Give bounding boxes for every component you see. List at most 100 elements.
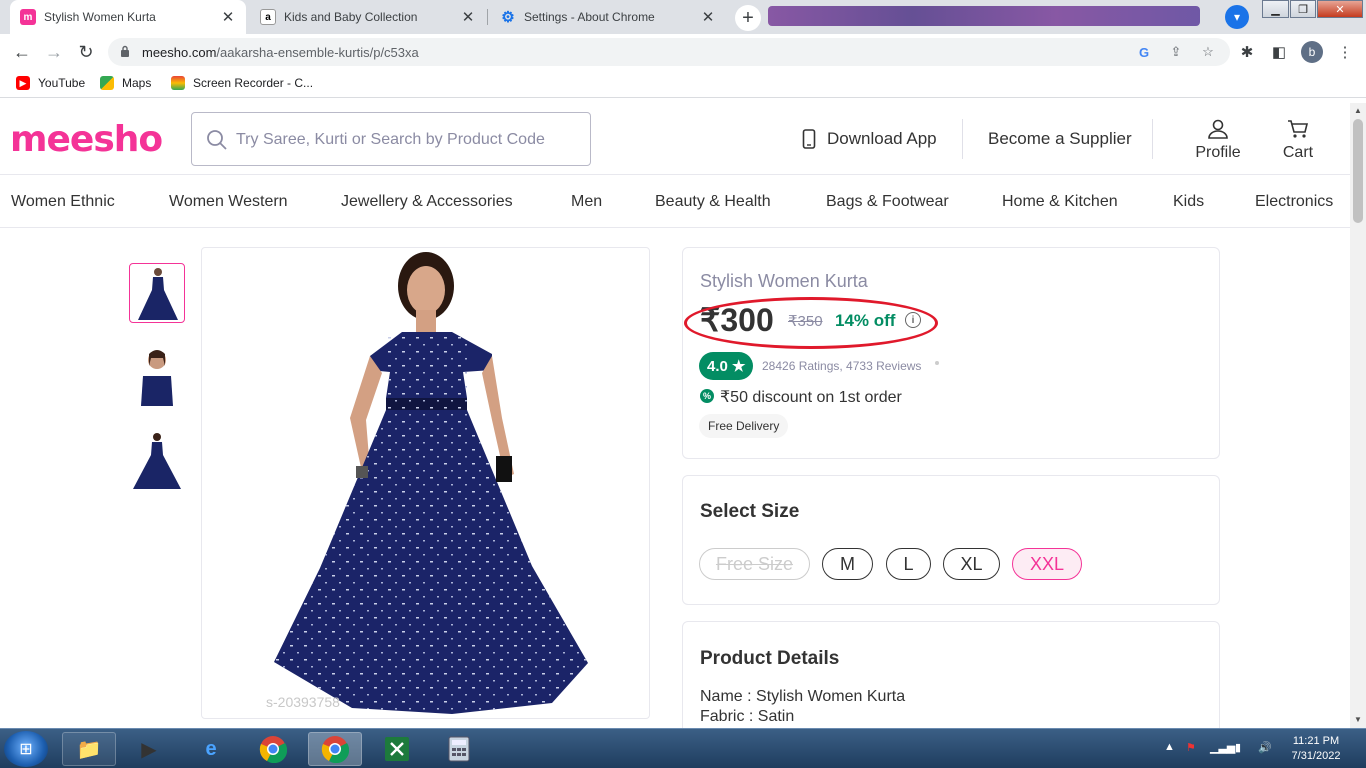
menu-kebab-icon[interactable]: ⋮ bbox=[1336, 43, 1354, 61]
new-tab-button[interactable]: + bbox=[735, 5, 761, 31]
category-home-kitchen[interactable]: Home & Kitchen bbox=[1002, 193, 1118, 211]
detail-fabric: Fabric : Satin bbox=[700, 708, 795, 725]
excel-logo-icon bbox=[385, 737, 409, 761]
profile-label: Profile bbox=[1195, 144, 1241, 161]
calculator-logo-icon bbox=[448, 736, 470, 762]
action-center-flag-icon[interactable]: ⚑ bbox=[1186, 741, 1196, 754]
excel-icon[interactable] bbox=[370, 732, 424, 766]
close-icon[interactable]: ✕ bbox=[460, 8, 476, 26]
profile-avatar[interactable]: b bbox=[1301, 41, 1323, 63]
tab-title: Kids and Baby Collection bbox=[284, 10, 418, 24]
maximize-button[interactable]: ❐ bbox=[1290, 0, 1316, 18]
chrome-profile-window-icon[interactable] bbox=[308, 732, 362, 766]
windows-taskbar: ⊞ 📁 ▶ e ▲ ⚑ ▁▃▅ ▮ 🔊 11:21 PM 7/31/2022 bbox=[0, 728, 1366, 768]
become-supplier-link[interactable]: Become a Supplier bbox=[988, 129, 1132, 149]
category-jewellery-accessories[interactable]: Jewellery & Accessories bbox=[341, 193, 513, 211]
bookmark-maps[interactable]: Maps bbox=[100, 76, 151, 90]
scrollbar-thumb[interactable] bbox=[1353, 119, 1363, 223]
tab-kids-and-baby[interactable]: a Kids and Baby Collection ✕ bbox=[250, 0, 486, 34]
discount-badge-icon: % bbox=[700, 389, 714, 403]
profile-icon bbox=[1208, 119, 1228, 139]
close-icon[interactable]: ✕ bbox=[220, 8, 236, 26]
main-product-image[interactable]: s-20393758 bbox=[201, 247, 650, 719]
media-player-icon[interactable]: ▶ bbox=[122, 732, 176, 766]
select-size-title: Select Size bbox=[700, 501, 800, 522]
clock-date: 7/31/2022 bbox=[1291, 750, 1341, 762]
power-icon[interactable]: ▮ bbox=[1235, 741, 1241, 754]
search-icon bbox=[207, 130, 227, 150]
youtube-icon: ▶ bbox=[16, 76, 30, 90]
bookmark-screen-recorder[interactable]: Screen Recorder - C... bbox=[171, 76, 313, 90]
detail-name: Name : Stylish Women Kurta bbox=[700, 688, 906, 705]
bookmark-youtube[interactable]: ▶ YouTube bbox=[16, 76, 85, 90]
start-button[interactable]: ⊞ bbox=[4, 731, 48, 767]
back-button[interactable]: ← bbox=[10, 40, 34, 64]
product-details-card: Product Details Name : Stylish Women Kur… bbox=[682, 621, 1220, 728]
internet-explorer-icon[interactable]: e bbox=[184, 732, 238, 766]
bookmarks-bar: ▶ YouTube Maps Screen Recorder - C... bbox=[0, 70, 1366, 98]
category-men[interactable]: Men bbox=[571, 193, 602, 211]
site-header: meesho Try Saree, Kurti or Search by Pro… bbox=[0, 103, 1350, 175]
meesho-logo[interactable]: meesho bbox=[10, 119, 163, 160]
download-app-link[interactable]: Download App bbox=[802, 129, 937, 149]
close-icon[interactable]: ✕ bbox=[700, 8, 716, 26]
tab-search-button[interactable]: ▾ bbox=[1225, 5, 1249, 29]
chrome-logo-icon bbox=[321, 736, 349, 763]
side-panel-icon[interactable]: ◧ bbox=[1270, 43, 1288, 61]
product-thumbnail[interactable] bbox=[129, 263, 185, 323]
share-icon[interactable]: ⇪ bbox=[1168, 44, 1184, 60]
network-signal-icon[interactable]: ▁▃▅ bbox=[1210, 741, 1235, 754]
bookmark-star-icon[interactable]: ☆ bbox=[1200, 44, 1216, 60]
category-bags-footwear[interactable]: Bags & Footwear bbox=[826, 193, 949, 211]
product-thumbnail[interactable] bbox=[129, 429, 185, 489]
minimize-button[interactable]: ▁ bbox=[1262, 0, 1289, 18]
cart-button[interactable]: Cart bbox=[1274, 119, 1322, 162]
calculator-icon[interactable] bbox=[432, 732, 486, 766]
tab-divider bbox=[487, 9, 488, 25]
search-input[interactable]: Try Saree, Kurti or Search by Product Co… bbox=[191, 112, 591, 166]
become-supplier-label: Become a Supplier bbox=[988, 129, 1132, 148]
screen-recorder-icon bbox=[171, 76, 185, 90]
category-electronics[interactable]: Electronics bbox=[1255, 193, 1333, 211]
category-women-ethnic[interactable]: Women Ethnic bbox=[11, 193, 115, 211]
size-free-size: Free Size bbox=[699, 548, 810, 580]
show-hidden-icons-icon[interactable]: ▲ bbox=[1164, 741, 1175, 753]
extensions-puzzle-icon[interactable]: ✱ bbox=[1238, 43, 1256, 61]
tab-settings-about-chrome[interactable]: ⚙ Settings - About Chrome ✕ bbox=[490, 0, 726, 34]
google-icon[interactable]: G bbox=[1136, 44, 1152, 60]
price-highlight-annotation bbox=[684, 297, 938, 349]
address-bar[interactable]: meesho.com/aakarsha-ensemble-kurtis/p/c5… bbox=[108, 38, 1230, 66]
size-m[interactable]: M bbox=[822, 548, 873, 580]
file-explorer-icon[interactable]: 📁 bbox=[62, 732, 116, 766]
forward-button[interactable]: → bbox=[42, 40, 66, 64]
page-scrollbar[interactable]: ▲ ▼ bbox=[1350, 103, 1366, 728]
size-xxl[interactable]: XXL bbox=[1012, 548, 1082, 580]
amazon-favicon-icon: a bbox=[260, 9, 276, 25]
volume-icon[interactable]: 🔊 bbox=[1258, 741, 1272, 754]
product-thumbnail[interactable] bbox=[129, 346, 185, 406]
size-l[interactable]: L bbox=[886, 548, 931, 580]
chrome-icon[interactable] bbox=[246, 732, 300, 766]
dress-back-thumbnail-image bbox=[133, 433, 181, 489]
profile-button[interactable]: Profile bbox=[1190, 119, 1246, 162]
category-women-western[interactable]: Women Western bbox=[169, 193, 288, 211]
tab-stylish-women-kurta[interactable]: m Stylish Women Kurta ✕ bbox=[10, 0, 246, 34]
category-kids[interactable]: Kids bbox=[1173, 193, 1204, 211]
dress-closeup-thumbnail-image bbox=[141, 350, 173, 406]
blurred-region bbox=[768, 6, 1200, 26]
dress-thumbnail-image bbox=[138, 268, 178, 320]
scroll-up-arrow-icon[interactable]: ▲ bbox=[1354, 106, 1362, 115]
divider bbox=[1152, 119, 1153, 159]
close-window-button[interactable]: ✕ bbox=[1317, 0, 1363, 18]
size-xl[interactable]: XL bbox=[943, 548, 1000, 580]
system-clock[interactable]: 11:21 PM 7/31/2022 bbox=[1286, 734, 1346, 764]
dress-model-image bbox=[274, 252, 588, 714]
cart-label: Cart bbox=[1282, 144, 1314, 161]
maps-icon bbox=[100, 76, 114, 90]
reload-button[interactable]: ↻ bbox=[74, 40, 98, 64]
rating-count[interactable]: 28426 Ratings, 4733 Reviews bbox=[762, 359, 921, 373]
page-content: meesho Try Saree, Kurti or Search by Pro… bbox=[0, 103, 1350, 728]
product-code-watermark: s-20393758 bbox=[266, 694, 340, 710]
scroll-down-arrow-icon[interactable]: ▼ bbox=[1354, 715, 1362, 724]
category-beauty-health[interactable]: Beauty & Health bbox=[655, 193, 771, 211]
